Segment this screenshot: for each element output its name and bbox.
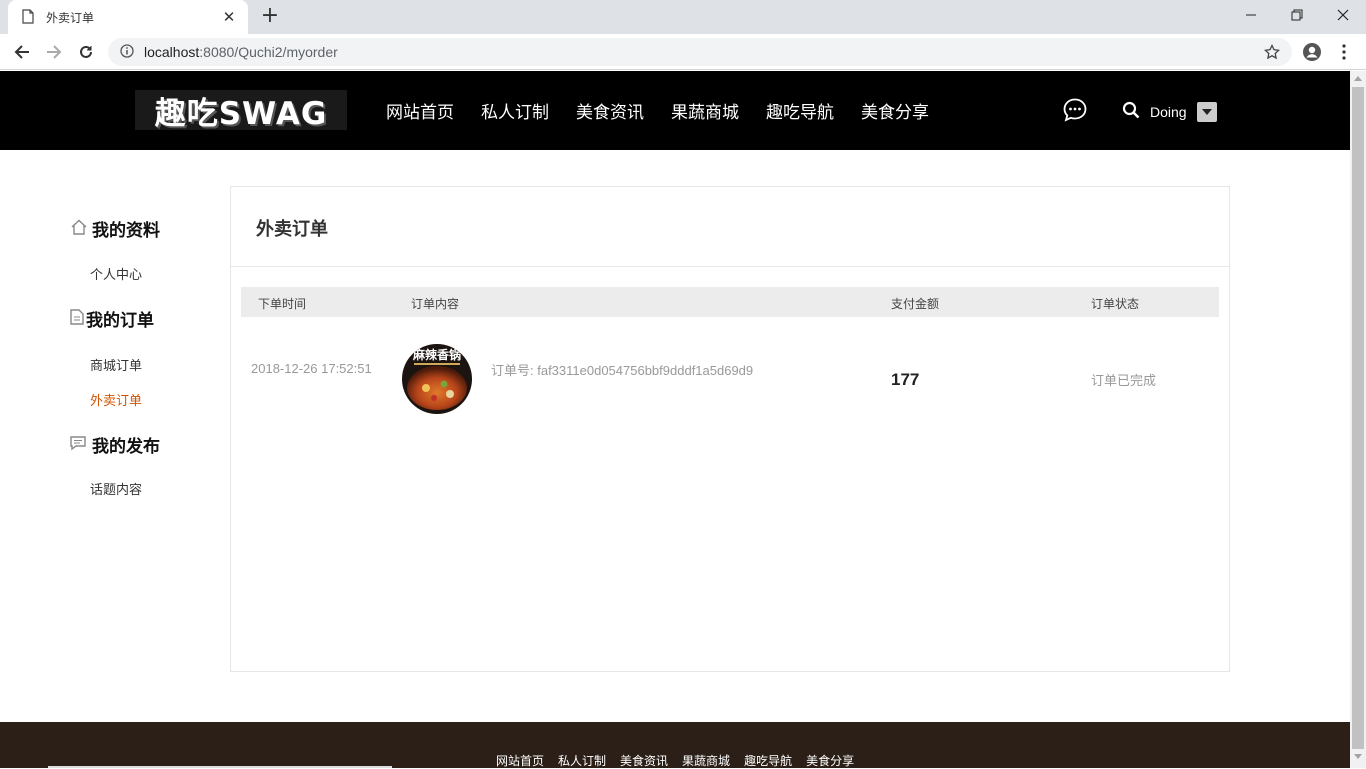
scroll-up-icon[interactable] <box>1354 76 1362 81</box>
column-header-amount: 支付金额 <box>891 297 940 311</box>
home-icon <box>70 218 88 240</box>
chevron-down-icon[interactable] <box>1196 102 1217 122</box>
url-text: localhost:8080/Quchi2/myorder <box>144 44 338 60</box>
nav-private-order[interactable]: 私人订制 <box>481 98 549 123</box>
header-actions: Doing <box>1062 97 1217 127</box>
order-status: 订单已完成 <box>1091 374 1157 389</box>
column-header-time: 下单时间 <box>258 297 307 311</box>
footer-nav: 网站首页 私人订制 美食资讯 果蔬商城 趣吃导航 美食分享 <box>496 752 868 769</box>
page-icon <box>22 9 36 25</box>
sidebar-group-title: 我的资料 <box>92 221 160 241</box>
browser-tab[interactable]: 外卖订单 ✕ <box>8 0 248 34</box>
url-bar[interactable]: localhost:8080/Quchi2/myorder <box>108 38 1292 66</box>
user-name[interactable]: Doing <box>1150 104 1187 120</box>
sidebar-group-title: 我的订单 <box>86 311 154 331</box>
close-window-icon[interactable] <box>1320 0 1366 30</box>
sidebar-item-takeout-orders[interactable]: 外卖订单 <box>90 390 142 409</box>
nav-food-news[interactable]: 美食资讯 <box>576 98 644 123</box>
footer-link-quchi-guide[interactable]: 趣吃导航 <box>744 752 792 769</box>
reload-icon[interactable] <box>74 40 98 64</box>
footer-link-fruit-mall[interactable]: 果蔬商城 <box>682 752 730 769</box>
order-number: 订单号: faf3311e0d054756bbf9dddf1a5d69d9 <box>491 363 754 378</box>
address-bar-row: localhost:8080/Quchi2/myorder <box>0 34 1366 70</box>
order-thumbnail[interactable]: 麻辣香锅 <box>402 344 472 414</box>
page-scrollbar[interactable] <box>1350 71 1366 768</box>
scroll-down-icon[interactable] <box>1354 754 1362 759</box>
back-icon[interactable] <box>10 40 34 64</box>
site-header: 趣吃SWAG 网站首页 私人订制 美食资讯 果蔬商城 趣吃导航 美食分享 Doi… <box>0 71 1350 150</box>
document-icon <box>70 308 84 329</box>
orders-panel: 外卖订单 下单时间 订单内容 支付金额 订单状态 2018-12-26 17:5… <box>230 186 1230 672</box>
nav-home[interactable]: 网站首页 <box>386 98 454 123</box>
scrollbar-thumb[interactable] <box>1352 87 1364 749</box>
footer-link-private-order[interactable]: 私人订制 <box>558 752 606 769</box>
minimize-icon[interactable] <box>1228 0 1274 30</box>
main-nav: 网站首页 私人订制 美食资讯 果蔬商城 趣吃导航 美食分享 <box>386 98 956 123</box>
site-footer: 网站首页 私人订制 美食资讯 果蔬商城 趣吃导航 美食分享 <box>0 722 1350 768</box>
restore-icon[interactable] <box>1274 0 1320 30</box>
account-icon[interactable] <box>1300 40 1324 64</box>
bookmark-star-icon[interactable] <box>1263 43 1281 64</box>
new-tab-icon[interactable]: + <box>258 5 282 29</box>
forward-icon[interactable] <box>42 40 66 64</box>
tab-title: 外卖订单 <box>46 10 95 25</box>
column-header-content: 订单内容 <box>411 297 460 311</box>
menu-dots-icon[interactable] <box>1332 40 1356 64</box>
sidebar-group-title: 我的发布 <box>92 437 160 457</box>
chat-icon[interactable] <box>1062 97 1088 127</box>
footer-link-food-news[interactable]: 美食资讯 <box>620 752 668 769</box>
nav-quchi-guide[interactable]: 趣吃导航 <box>766 98 834 123</box>
sidebar-group-profile: 我的资料 <box>70 216 160 241</box>
search-icon[interactable] <box>1122 101 1140 123</box>
nav-fruit-mall[interactable]: 果蔬商城 <box>671 98 739 123</box>
order-amount: 177 <box>891 370 920 389</box>
tab-close-icon[interactable]: ✕ <box>220 8 238 26</box>
order-time: 2018-12-26 17:52:51 <box>251 361 372 376</box>
sidebar-item-personal-center[interactable]: 个人中心 <box>90 264 142 283</box>
footer-link-food-share[interactable]: 美食分享 <box>806 752 854 769</box>
nav-food-share[interactable]: 美食分享 <box>861 98 929 123</box>
sidebar-group-orders: 我的订单 <box>70 306 154 331</box>
page-title: 外卖订单 <box>256 219 328 240</box>
comment-icon <box>70 435 86 455</box>
thumb-text: 麻辣香锅 <box>412 347 461 362</box>
footer-link-home[interactable]: 网站首页 <box>496 752 544 769</box>
site-logo[interactable]: 趣吃SWAG <box>135 90 347 132</box>
divider <box>231 266 1229 267</box>
table-header: 下单时间 订单内容 支付金额 订单状态 <box>241 287 1219 317</box>
column-header-status: 订单状态 <box>1091 297 1140 311</box>
table-row[interactable]: 2018-12-26 17:52:51 麻辣香锅 订单号: faf3311e0d… <box>241 337 1219 417</box>
info-icon[interactable] <box>120 43 134 62</box>
sidebar-group-posts: 我的发布 <box>70 432 160 457</box>
browser-tab-bar: 外卖订单 ✕ + <box>0 0 1366 34</box>
sidebar-item-topics[interactable]: 话题内容 <box>90 479 142 498</box>
sidebar-item-mall-orders[interactable]: 商城订单 <box>90 355 142 374</box>
